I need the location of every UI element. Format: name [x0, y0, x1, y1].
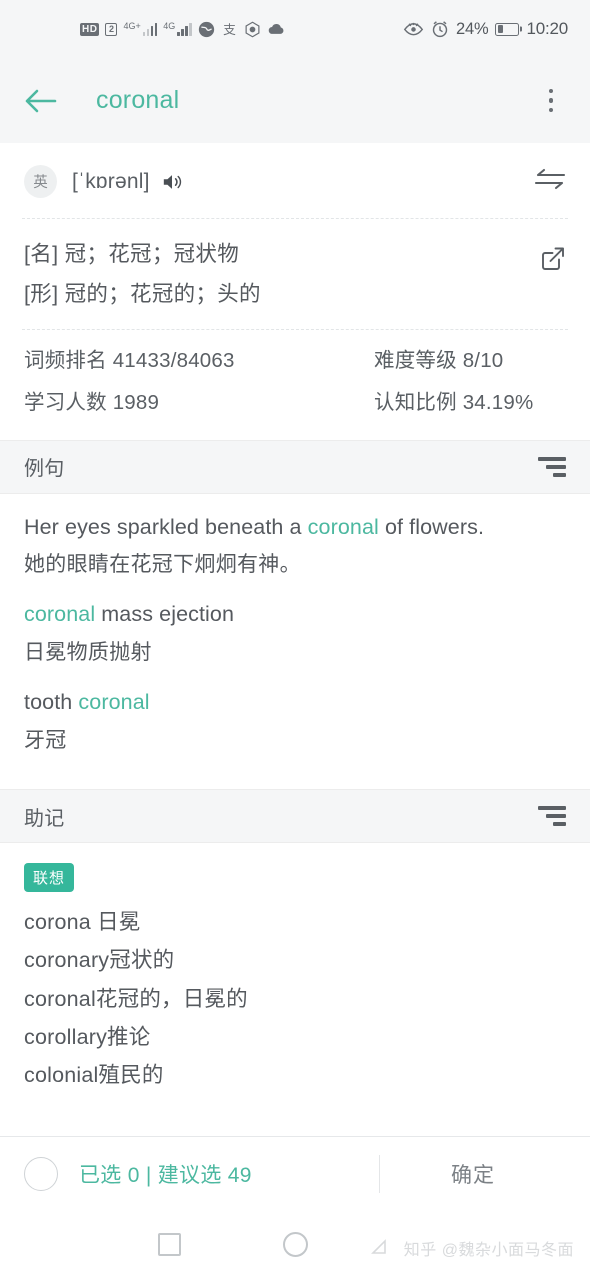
signal-2: 4G [163, 22, 192, 36]
definition-line: [名] 冠；花冠；冠状物 [24, 242, 240, 266]
language-badge: 英 [24, 165, 57, 198]
example-keyword: coronal [24, 602, 96, 627]
example-text-post: mass ejection [95, 602, 235, 627]
signal-1: 4G+ [123, 21, 158, 36]
circle-home-icon [282, 1231, 308, 1257]
cloud-icon [267, 22, 285, 36]
stat-row: 学习人数 1989 认知比例 34.19% [24, 382, 566, 424]
square-recents-icon [157, 1232, 181, 1256]
example-english: tooth coronal [24, 687, 566, 718]
network-type-2-label: 4G [163, 21, 176, 31]
example-chinese: 她的眼睛在花冠下炯炯有神。 [24, 552, 301, 576]
mnemonic-section-title: 助记 [24, 807, 65, 830]
clock: 10:20 [526, 19, 568, 38]
mnemonic-lines: corona 日冕 coronary冠状的 coronal花冠的，日冕的 cor… [24, 903, 566, 1094]
example-item[interactable]: Her eyes sparkled beneath a coronal of f… [24, 512, 566, 581]
swap-language-button[interactable] [534, 168, 566, 195]
watermark: 知乎 @魏杂小面马冬面 [370, 1236, 574, 1260]
example-keyword: coronal [78, 690, 150, 715]
bottom-action-bar: 已选 0 | 建议选 49 确定 [0, 1136, 590, 1210]
swap-icon [534, 168, 566, 190]
signal-bars-2-icon [177, 22, 192, 36]
example-text-pre: tooth [24, 690, 79, 715]
example-item[interactable]: tooth coronal 牙冠 [24, 687, 566, 756]
mnemonic-type-tag: 联想 [24, 863, 75, 893]
battery-percent: 24% [456, 19, 489, 38]
mnemonic-line: corollary推论 [24, 1024, 151, 1049]
eye-icon [403, 21, 424, 37]
recents-button[interactable] [106, 1232, 232, 1256]
home-button[interactable] [232, 1231, 358, 1257]
back-button[interactable] [24, 88, 68, 114]
example-english: Her eyes sparkled beneath a coronal of f… [24, 512, 566, 543]
kebab-menu-icon [548, 88, 554, 94]
sort-icon [538, 456, 566, 461]
example-chinese: 日冕物质抛射 [24, 640, 152, 664]
examples-section-title: 例句 [24, 458, 65, 481]
status-bar-right: 24% 10:20 [403, 19, 568, 39]
word-detail-content: 英 [ˈkɒrənl] [名] 冠；花冠；冠状物 [形] 冠的；花冠的；头的 词… [0, 143, 590, 1095]
word-stats: 词频排名 41433/84063 难度等级 8/10 学习人数 1989 认知比… [0, 330, 590, 440]
example-english: coronal mass ejection [24, 599, 566, 630]
mnemonic-section-header: 助记 [0, 789, 590, 844]
example-item[interactable]: coronal mass ejection 日冕物质抛射 [24, 599, 566, 668]
selection-status-text: 已选 0 | 建议选 49 [79, 1163, 252, 1187]
hd-badge: HD [80, 22, 100, 36]
sim-badge: 2 [105, 22, 118, 36]
examples-list: Her eyes sparkled beneath a coronal of f… [0, 494, 590, 790]
pronunciation-row: 英 [ˈkɒrənl] [0, 143, 590, 218]
svg-text:支: 支 [223, 22, 236, 37]
alipay-icon: 支 [221, 21, 238, 38]
app-bar: coronal [0, 58, 590, 143]
definition-line: [形] 冠的；花冠的；头的 [24, 281, 261, 306]
edit-icon [542, 247, 564, 270]
examples-sort-button[interactable] [536, 456, 566, 477]
examples-section-header: 例句 [0, 439, 590, 494]
example-text-pre: Her eyes sparkled beneath a [24, 514, 308, 539]
stat-frequency-rank: 词频排名 41433/84063 [24, 348, 235, 372]
signal-bars-1-icon [142, 22, 158, 36]
battery-icon [495, 22, 520, 36]
mnemonic-line: corona 日冕 [24, 910, 141, 935]
stat-row: 词频排名 41433/84063 难度等级 8/10 [24, 340, 566, 382]
edit-definition-button[interactable] [532, 235, 566, 315]
hexagon-icon [244, 21, 261, 38]
stat-learner-count: 学习人数 1989 [24, 390, 160, 414]
confirm-button[interactable]: 确定 [380, 1159, 566, 1189]
select-all-checkbox[interactable] [24, 1156, 58, 1191]
example-text-post: of flowers. [378, 514, 485, 539]
page-title: coronal [96, 86, 180, 114]
status-bar-left: HD 2 4G+ 4G 支 [80, 21, 285, 38]
example-keyword: coronal [307, 514, 379, 539]
network-type-1-label: 4G+ [123, 21, 141, 31]
speaker-icon [163, 174, 181, 189]
mnemonic-line: colonial殖民的 [24, 1063, 164, 1088]
overflow-menu-button[interactable] [536, 88, 566, 113]
mnemonic-sort-button[interactable] [536, 806, 566, 827]
mnemonic-line: coronal花冠的，日冕的 [24, 986, 248, 1011]
speaker-button[interactable] [161, 172, 183, 192]
alarm-icon [431, 20, 449, 38]
sort-icon [538, 806, 566, 811]
globe-icon [198, 21, 215, 38]
mnemonic-block: 联想 corona 日冕 coronary冠状的 coronal花冠的，日冕的 … [0, 843, 590, 1094]
mnemonic-line: coronary冠状的 [24, 948, 175, 973]
example-chinese: 牙冠 [24, 728, 67, 752]
stat-recognition-rate: 认知比例 34.19% [374, 390, 534, 414]
status-bar: HD 2 4G+ 4G 支 24% 10:20 [0, 0, 590, 58]
android-nav-bar: 知乎 @魏杂小面马冬面 [0, 1210, 590, 1278]
stat-difficulty: 难度等级 8/10 [374, 348, 504, 372]
watermark-text: 知乎 @魏杂小面马冬面 [403, 1242, 574, 1259]
definitions-block: [名] 冠；花冠；冠状物 [形] 冠的；花冠的；头的 [0, 219, 590, 329]
phonetic-text: [ˈkɒrənl] [72, 169, 150, 193]
back-arrow-icon [25, 89, 57, 112]
zhihu-logo-icon [370, 1239, 386, 1254]
